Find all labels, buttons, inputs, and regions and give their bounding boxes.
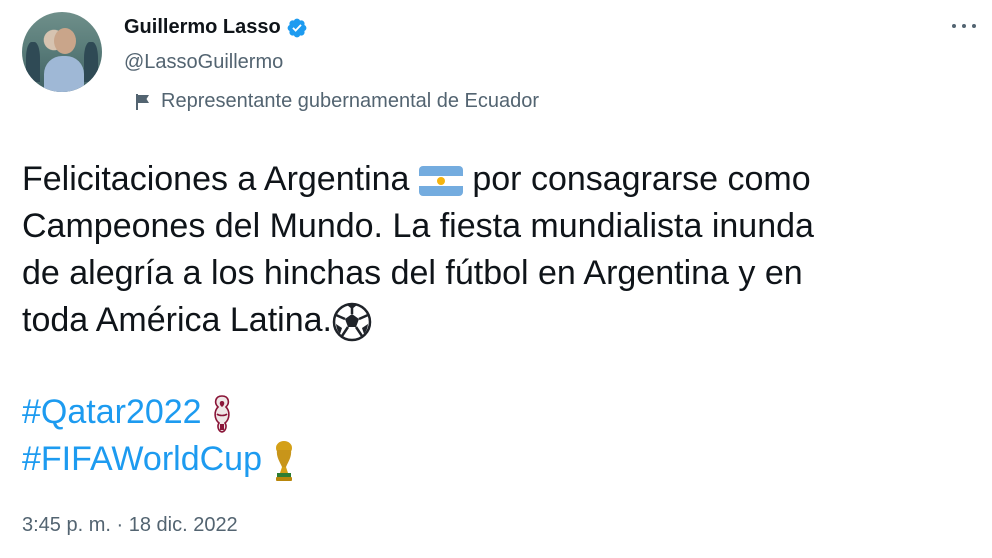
tweet-line: Campeones del Mundo. La fiesta mundialis… [22, 207, 814, 245]
tweet-text: Felicitaciones a Argentina por consagrar… [22, 156, 962, 344]
avatar-background-figure [26, 42, 40, 82]
tweet-timestamp[interactable]: 3:45 p. m. · 18 dic. 2022 [22, 514, 238, 537]
government-label-text: Representante gubernamental de Ecuador [161, 90, 540, 112]
avatar-shirt [44, 56, 84, 92]
more-options-icon[interactable] [952, 20, 976, 32]
soccer-ball-icon [332, 302, 372, 342]
tweet-line: Felicitaciones a Argentina por consagrar… [22, 156, 962, 203]
author-display-name[interactable]: Guillermo Lasso [124, 16, 281, 39]
qatar-2022-emblem-icon [214, 395, 230, 433]
hashtag-qatar2022[interactable]: #Qatar2022 [22, 389, 297, 436]
world-cup-trophy-icon [276, 441, 293, 482]
tweet-text-segment: Felicitaciones a Argentina [22, 160, 410, 198]
avatar[interactable] [22, 12, 102, 92]
argentina-flag-icon [418, 166, 463, 197]
author-handle[interactable]: @LassoGuillermo [124, 51, 283, 74]
verified-badge-icon [287, 18, 307, 37]
hashtag-fifaworldcup[interactable]: #FIFAWorldCup [22, 436, 297, 483]
author-name-line: Guillermo Lasso [124, 16, 308, 39]
avatar-background-figure [84, 42, 98, 82]
avatar-head [54, 28, 76, 54]
tweet-line: toda América Latina. [22, 297, 962, 344]
tweet-text-segment: por consagrarse como [472, 160, 811, 198]
government-label[interactable]: Representante gubernamental de Ecuador [134, 90, 539, 113]
tweet-line: de alegría a los hinchas del fútbol en A… [22, 254, 803, 292]
hashtag-text[interactable]: #FIFAWorldCup [22, 440, 262, 478]
hashtags: #Qatar2022 #FIFAWorldCup [22, 389, 297, 483]
flag-icon [136, 93, 149, 110]
hashtag-text[interactable]: #Qatar2022 [22, 393, 202, 431]
tweet-text-segment: toda América Latina. [22, 301, 332, 339]
